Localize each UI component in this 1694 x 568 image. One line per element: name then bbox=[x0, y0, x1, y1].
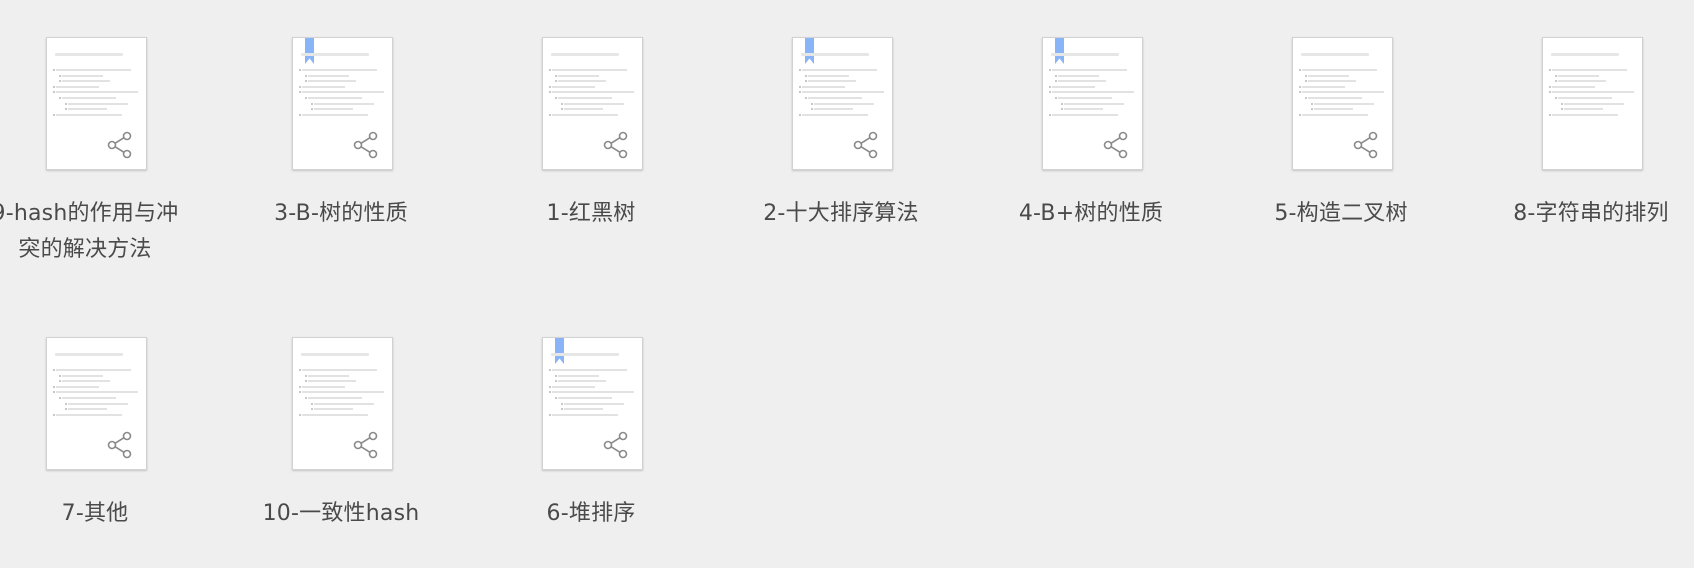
thumbnail-lines bbox=[1048, 69, 1137, 119]
bookmark-icon bbox=[305, 38, 314, 64]
file-thumbnail bbox=[46, 337, 147, 470]
thumbnail-title bbox=[551, 353, 619, 356]
share-icon[interactable] bbox=[1102, 131, 1130, 159]
file-name[interactable]: 3-B-树的性质 bbox=[246, 196, 436, 232]
thumbnail-lines bbox=[1548, 69, 1637, 119]
thumbnail-title bbox=[801, 53, 869, 56]
thumbnail-title bbox=[1051, 53, 1119, 56]
file-item[interactable]: 5-构造二叉树 bbox=[1246, 0, 1436, 260]
file-name[interactable]: 1-红黑树 bbox=[496, 196, 686, 232]
file-name[interactable]: 2-十大排序算法 bbox=[746, 196, 936, 232]
bookmark-icon bbox=[555, 338, 564, 364]
file-thumbnail bbox=[542, 337, 643, 470]
thumbnail-lines bbox=[52, 69, 141, 119]
file-item[interactable]: 8-字符串的排列 bbox=[1496, 0, 1686, 260]
file-name[interactable]: 10-一致性hash bbox=[246, 496, 436, 532]
thumbnail-title bbox=[55, 53, 123, 56]
share-icon[interactable] bbox=[106, 431, 134, 459]
file-item[interactable]: 7-其他 bbox=[0, 300, 190, 560]
thumbnail-lines bbox=[298, 369, 387, 419]
thumbnail-lines bbox=[52, 369, 141, 419]
file-name[interactable]: 4-B+树的性质 bbox=[996, 196, 1186, 232]
thumbnail-title bbox=[1301, 53, 1369, 56]
file-thumbnail bbox=[1542, 37, 1643, 170]
file-item[interactable]: 1-红黑树 bbox=[496, 0, 686, 260]
share-icon[interactable] bbox=[352, 131, 380, 159]
thumbnail-title bbox=[1551, 53, 1619, 56]
bookmark-icon bbox=[805, 38, 814, 64]
thumbnail-lines bbox=[1298, 69, 1387, 119]
thumbnail-title bbox=[301, 353, 369, 356]
share-icon[interactable] bbox=[602, 431, 630, 459]
file-thumbnail bbox=[46, 37, 147, 170]
file-item[interactable]: 3-B-树的性质 bbox=[246, 0, 436, 260]
file-thumbnail bbox=[542, 37, 643, 170]
file-thumbnail bbox=[792, 37, 893, 170]
file-thumbnail bbox=[1292, 37, 1393, 170]
share-icon[interactable] bbox=[852, 131, 880, 159]
thumbnail-title bbox=[55, 353, 123, 356]
thumbnail-lines bbox=[798, 69, 887, 119]
file-item[interactable]: 9-hash的作用与冲突的解决方法 bbox=[0, 0, 190, 262]
share-icon[interactable] bbox=[352, 431, 380, 459]
share-icon[interactable] bbox=[602, 131, 630, 159]
file-thumbnail bbox=[292, 337, 393, 470]
file-name[interactable]: 5-构造二叉树 bbox=[1246, 196, 1436, 232]
file-thumbnail bbox=[292, 37, 393, 170]
share-icon[interactable] bbox=[1352, 131, 1380, 159]
file-item[interactable]: 6-堆排序 bbox=[496, 300, 686, 560]
file-grid: 9-hash的作用与冲突的解决方法 3-B-树的性质 1-红黑树 2-十大排序算… bbox=[0, 0, 1694, 568]
file-item[interactable]: 10-一致性hash bbox=[246, 300, 436, 560]
thumbnail-title bbox=[551, 53, 619, 56]
file-item[interactable]: 2-十大排序算法 bbox=[746, 0, 936, 260]
file-name[interactable]: 9-hash的作用与冲突的解决方法 bbox=[0, 196, 180, 268]
file-name[interactable]: 8-字符串的排列 bbox=[1496, 196, 1686, 232]
file-name[interactable]: 7-其他 bbox=[0, 496, 190, 532]
file-item[interactable]: 4-B+树的性质 bbox=[996, 0, 1186, 260]
thumbnail-lines bbox=[548, 369, 637, 419]
file-name[interactable]: 6-堆排序 bbox=[496, 496, 686, 532]
thumbnail-lines bbox=[298, 69, 387, 119]
bookmark-icon bbox=[1055, 38, 1064, 64]
share-icon[interactable] bbox=[106, 131, 134, 159]
thumbnail-title bbox=[301, 53, 369, 56]
file-thumbnail bbox=[1042, 37, 1143, 170]
thumbnail-lines bbox=[548, 69, 637, 119]
